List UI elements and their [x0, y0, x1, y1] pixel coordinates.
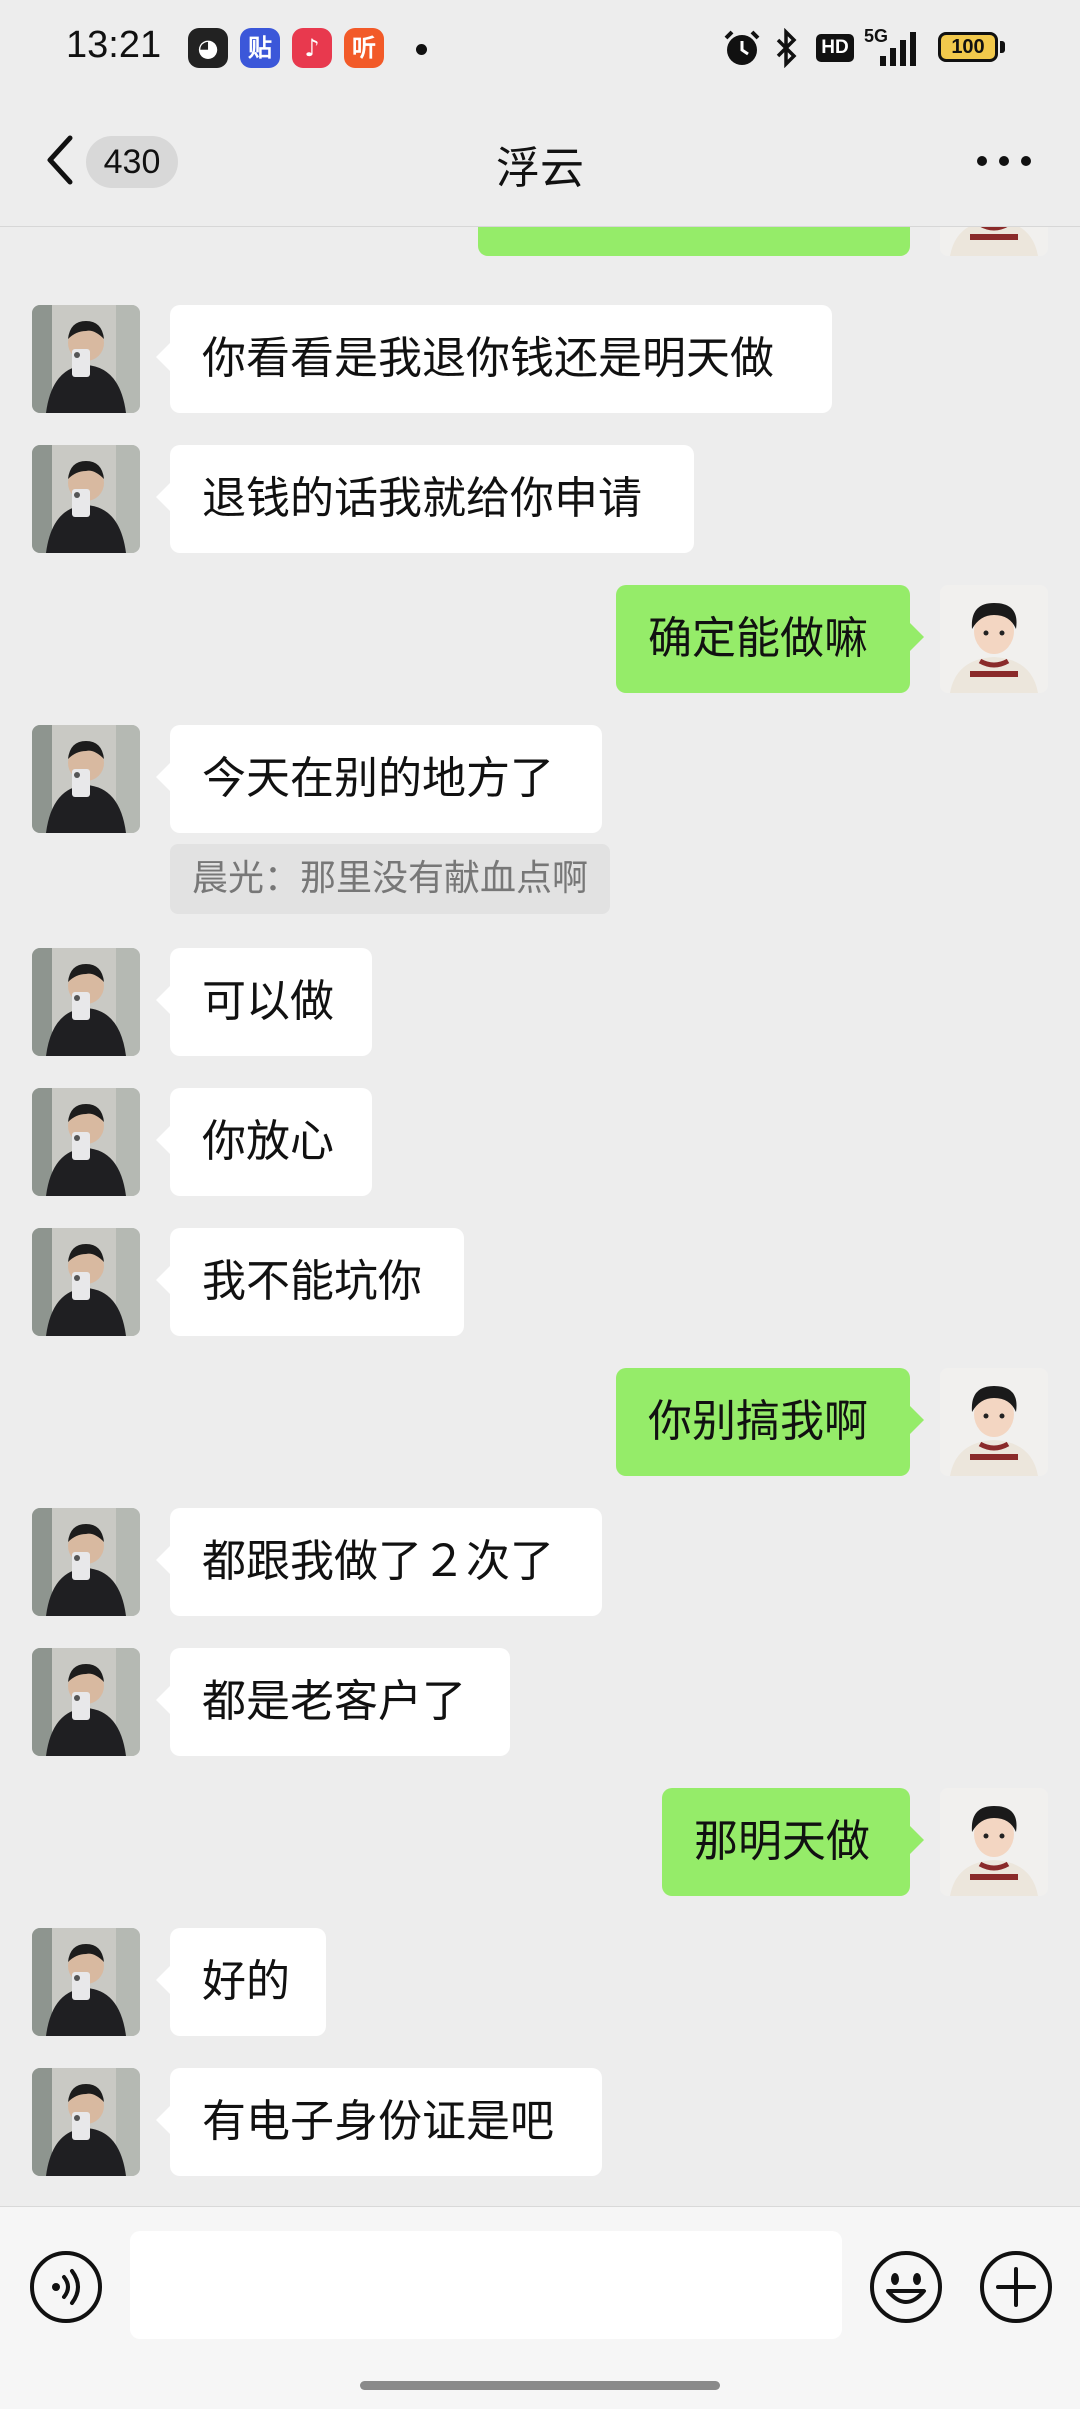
status-time: 13:21: [66, 24, 162, 66]
outgoing-message-bubble[interactable]: 确定能做嘛: [616, 585, 924, 693]
hd-voice-badge: HD: [816, 34, 854, 62]
contact-avatar[interactable]: [32, 1928, 140, 2036]
battery-indicator: 100: [938, 32, 998, 62]
quoted-message[interactable]: 晨光：那里没有献血点啊: [170, 844, 611, 914]
contact-avatar[interactable]: [32, 948, 140, 1056]
tieba-app-icon: 贴: [240, 28, 280, 68]
incoming-message-bubble[interactable]: 可以做: [156, 948, 372, 1056]
incoming-message-bubble[interactable]: 你放心: [156, 1088, 372, 1196]
contact-avatar[interactable]: [32, 445, 140, 553]
outgoing-message-bubble[interactable]: 那明天做: [662, 1788, 924, 1896]
music-app-icon: ♪: [292, 28, 332, 68]
incoming-message-bubble[interactable]: 你看看是我退你钱还是明天做: [156, 305, 832, 413]
my-avatar[interactable]: [940, 1368, 1048, 1476]
contact-avatar[interactable]: [32, 1508, 140, 1616]
contact-avatar[interactable]: [32, 1648, 140, 1756]
my-avatar[interactable]: [940, 1788, 1048, 1896]
voice-input-icon[interactable]: [28, 2249, 104, 2325]
game-app-icon: ◕: [188, 28, 228, 68]
message-input[interactable]: [130, 2231, 842, 2339]
incoming-message-bubble[interactable]: 今天在别的地方了: [156, 725, 602, 833]
status-bar: 13:21 ◕ 贴 ♪ 听 HD 5G 100: [0, 0, 1080, 96]
input-bar: [0, 2206, 1080, 2409]
chat-header: 430 浮云: [0, 96, 1080, 227]
incoming-message-bubble[interactable]: 都跟我做了２次了: [156, 1508, 602, 1616]
home-indicator[interactable]: [360, 2381, 720, 2390]
contact-avatar[interactable]: [32, 1228, 140, 1336]
chat-title: 浮云: [496, 143, 584, 194]
alarm-icon: [724, 30, 760, 65]
emoji-icon[interactable]: [868, 2249, 944, 2325]
incoming-message-bubble[interactable]: 有电子身份证是吧: [156, 2068, 602, 2176]
plus-icon[interactable]: [978, 2249, 1054, 2325]
outgoing-message-bubble[interactable]: 那里没有献血点啊: [478, 226, 910, 256]
contact-avatar[interactable]: [32, 725, 140, 833]
more-options-icon[interactable]: [974, 146, 1034, 176]
incoming-message-bubble[interactable]: 都是老客户了: [156, 1648, 510, 1756]
my-avatar[interactable]: [940, 226, 1048, 256]
battery-tip: [1000, 41, 1005, 53]
outgoing-message-bubble[interactable]: 你别搞我啊: [616, 1368, 924, 1476]
incoming-message-bubble[interactable]: 我不能坑你: [156, 1228, 464, 1336]
my-avatar[interactable]: [940, 585, 1048, 693]
cellular-signal-icon: 5G: [864, 26, 924, 68]
bluetooth-icon: [776, 28, 797, 68]
listen-app-icon: 听: [344, 28, 384, 68]
incoming-message-bubble[interactable]: 退钱的话我就给你申请: [156, 445, 694, 553]
contact-avatar[interactable]: [32, 2068, 140, 2176]
contact-avatar[interactable]: [32, 305, 140, 413]
more-notifications-dot: [416, 44, 427, 55]
contact-avatar[interactable]: [32, 1088, 140, 1196]
message-list[interactable]: 那里没有献血点啊你看看是我退你钱还是明天做退钱的话我就给你申请确定能做嘛今天在别…: [0, 226, 1080, 2206]
incoming-message-bubble[interactable]: 好的: [156, 1928, 326, 2036]
